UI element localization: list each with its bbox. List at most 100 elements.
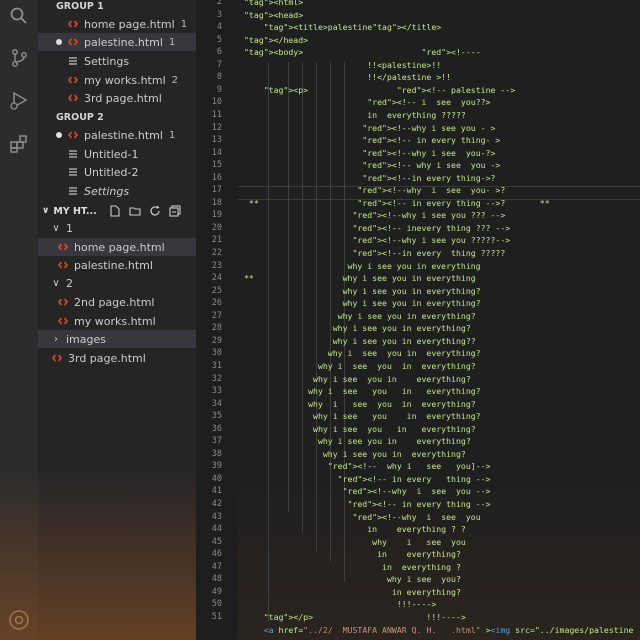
line-number: 37 (211, 436, 222, 447)
chevron-down-icon: ∨ (52, 222, 60, 234)
code-line: why i see you (244, 536, 466, 547)
line-number: 33 (211, 386, 222, 397)
code-line: "red"><!-- in every thing --> (347, 499, 491, 509)
open-editor-untitled-1[interactable]: Untitled-1 (38, 145, 196, 163)
line-number: 26 (211, 298, 222, 309)
code-line: why i see you in everything?? (244, 335, 476, 346)
tree-folder-2[interactable]: ∨ 2 (38, 274, 196, 292)
code-line: "red"><!--in every thing->? (362, 172, 496, 183)
tree-file-label: 2nd page.html (74, 295, 155, 309)
code-line: "red"><!--why i see you ??? --> (352, 210, 506, 221)
tree-file-my-works[interactable]: my works.html (38, 312, 196, 330)
line-number: 38 (211, 448, 222, 459)
chevron-down-icon[interactable]: ∨ (42, 206, 49, 216)
code-editor[interactable]: "tag"><html> "tag"><head> "tag"><title>pa… (238, 0, 640, 640)
code-line: "red"><!-- why i see you -> (362, 160, 501, 171)
refresh-icon[interactable] (149, 205, 161, 217)
line-number: 2 (216, 0, 222, 7)
line-number: 5 (216, 34, 222, 45)
code-line: !!!----> (244, 599, 437, 610)
line-number: 50 (211, 599, 222, 610)
tree-folder-images[interactable]: › images (38, 330, 196, 348)
group-1-label: GROUP 1 (56, 0, 104, 12)
extensions-icon[interactable] (7, 132, 31, 156)
code-line: !!<palestine>!! (244, 59, 442, 70)
line-number: 11 (211, 109, 222, 120)
code-line: "tag"><body> "red"><!---- (244, 47, 481, 58)
open-editor-label: Untitled-2 (84, 165, 139, 179)
tree-folder-1[interactable]: ∨ 1 (38, 219, 196, 237)
open-editor-palestine[interactable]: palestine.html 1 (38, 33, 196, 51)
open-editor-my-works[interactable]: my works.html 2 (38, 71, 196, 89)
line-number: 24 (211, 273, 222, 284)
code-line: why i see you in everything (244, 260, 481, 271)
problems-badge: 1 (180, 18, 188, 30)
line-number: 43 (211, 511, 222, 522)
code-line: why i see you in everything? (244, 423, 476, 434)
code-line: in everything? (244, 586, 461, 597)
collapse-all-icon[interactable] (169, 205, 181, 217)
line-number: 28 (211, 323, 222, 334)
line-number: 41 (211, 486, 222, 497)
open-editor-home-page[interactable]: home page.html 1 (38, 15, 196, 33)
code-line: "red"><!--why i see you ?????--> (352, 235, 511, 246)
line-number: 40 (211, 473, 222, 484)
line-number: 18 (211, 197, 222, 208)
line-number: 42 (211, 499, 222, 509)
tree-folder-label: images (66, 332, 106, 346)
line-number: 44 (211, 524, 222, 535)
line-number: 20 (211, 222, 222, 233)
code-line: why i see you in everything? (244, 310, 476, 321)
code-line: in everything ? (244, 561, 461, 572)
code-line: "red"><!--why i see you- >? (357, 185, 506, 196)
tree-folder-label: 2 (66, 276, 73, 290)
line-number: 48 (211, 574, 222, 585)
search-icon[interactable] (7, 4, 31, 28)
account-icon[interactable] (7, 608, 31, 632)
new-folder-icon[interactable] (129, 205, 141, 217)
open-editor-settings[interactable]: Settings (38, 52, 196, 70)
line-number: 10 (211, 97, 222, 108)
open-editor-untitled-2[interactable]: Untitled-2 (38, 163, 196, 181)
tree-file-label: home page.html (74, 240, 165, 254)
run-debug-icon[interactable] (7, 88, 31, 112)
line-number: 32 (211, 373, 222, 384)
open-editor-label: home page.html (84, 17, 175, 31)
html-icon (58, 316, 68, 326)
tree-file-home-page[interactable]: home page.html (38, 238, 196, 256)
line-number-gutter: 2 3 4 5 6 7 8 9 10 11 12 13 14 15 16 17 18 19 20 21 22 23 24 25… (196, 0, 238, 640)
line-number: 45 (211, 536, 222, 547)
line-number: 35 (211, 411, 222, 422)
open-editor-palestine-2[interactable]: palestine.html 1 (38, 126, 196, 144)
source-control-icon[interactable] (7, 46, 31, 70)
new-file-icon[interactable] (109, 205, 121, 217)
code-line: "tag"></head> (244, 34, 309, 45)
line-number: 16 (211, 172, 222, 183)
problems-badge: 1 (168, 129, 176, 141)
explorer-sidebar: GROUP 1 home page.html 1 palestine.html … (38, 0, 196, 640)
tree-file-3rd-page[interactable]: 3rd page.html (38, 349, 196, 367)
open-editor-settings-2[interactable]: Settings (38, 182, 196, 200)
tree-file-palestine[interactable]: palestine.html (38, 256, 196, 274)
line-number: 3 (216, 9, 222, 20)
lines-icon (68, 149, 78, 159)
code-line: in everything ????? (244, 109, 466, 120)
code-line: why i see you in everything? (244, 448, 466, 459)
code-line: "red"><!-- i see you??> (367, 97, 491, 108)
html-icon (52, 353, 62, 363)
code-line: why i see you in everything? (244, 285, 481, 296)
line-number: 36 (211, 423, 222, 434)
open-editor-3rd-page[interactable]: 3rd page.html (38, 89, 196, 107)
line-number: 47 (211, 561, 222, 572)
html-icon (58, 297, 68, 307)
line-number: 22 (211, 248, 222, 258)
code-line: in everything? (244, 549, 461, 560)
unsaved-dot-icon (56, 132, 62, 138)
tree-file-2nd-page[interactable]: 2nd page.html (38, 293, 196, 311)
tree-file-label: palestine.html (74, 258, 153, 272)
line-number: 13 (211, 135, 222, 146)
code-line: "tag"><html> (244, 0, 304, 7)
code-line: !!</palestine >!! (244, 72, 452, 83)
code-line: <a href="../2/ MUSTAFA ANWAR Q. H. .html… (263, 624, 634, 635)
tree-file-label: my works.html (74, 314, 156, 328)
